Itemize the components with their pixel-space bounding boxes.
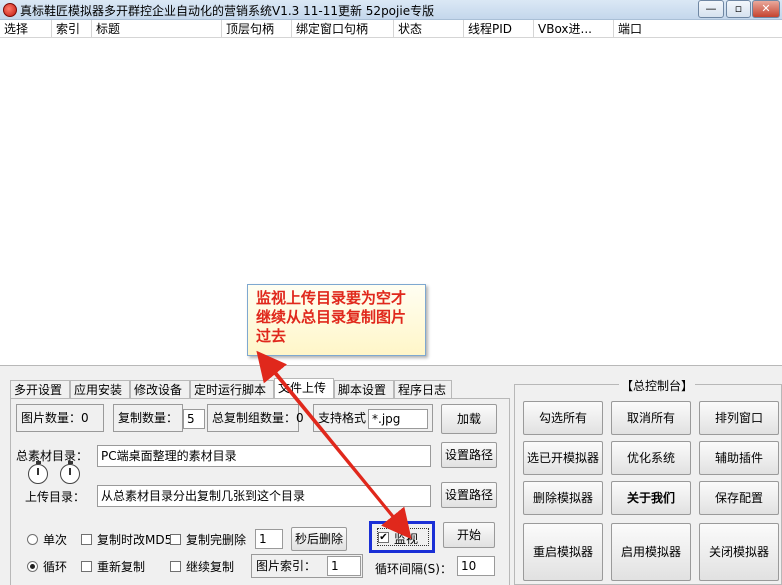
annotation-arrow [256,350,412,540]
